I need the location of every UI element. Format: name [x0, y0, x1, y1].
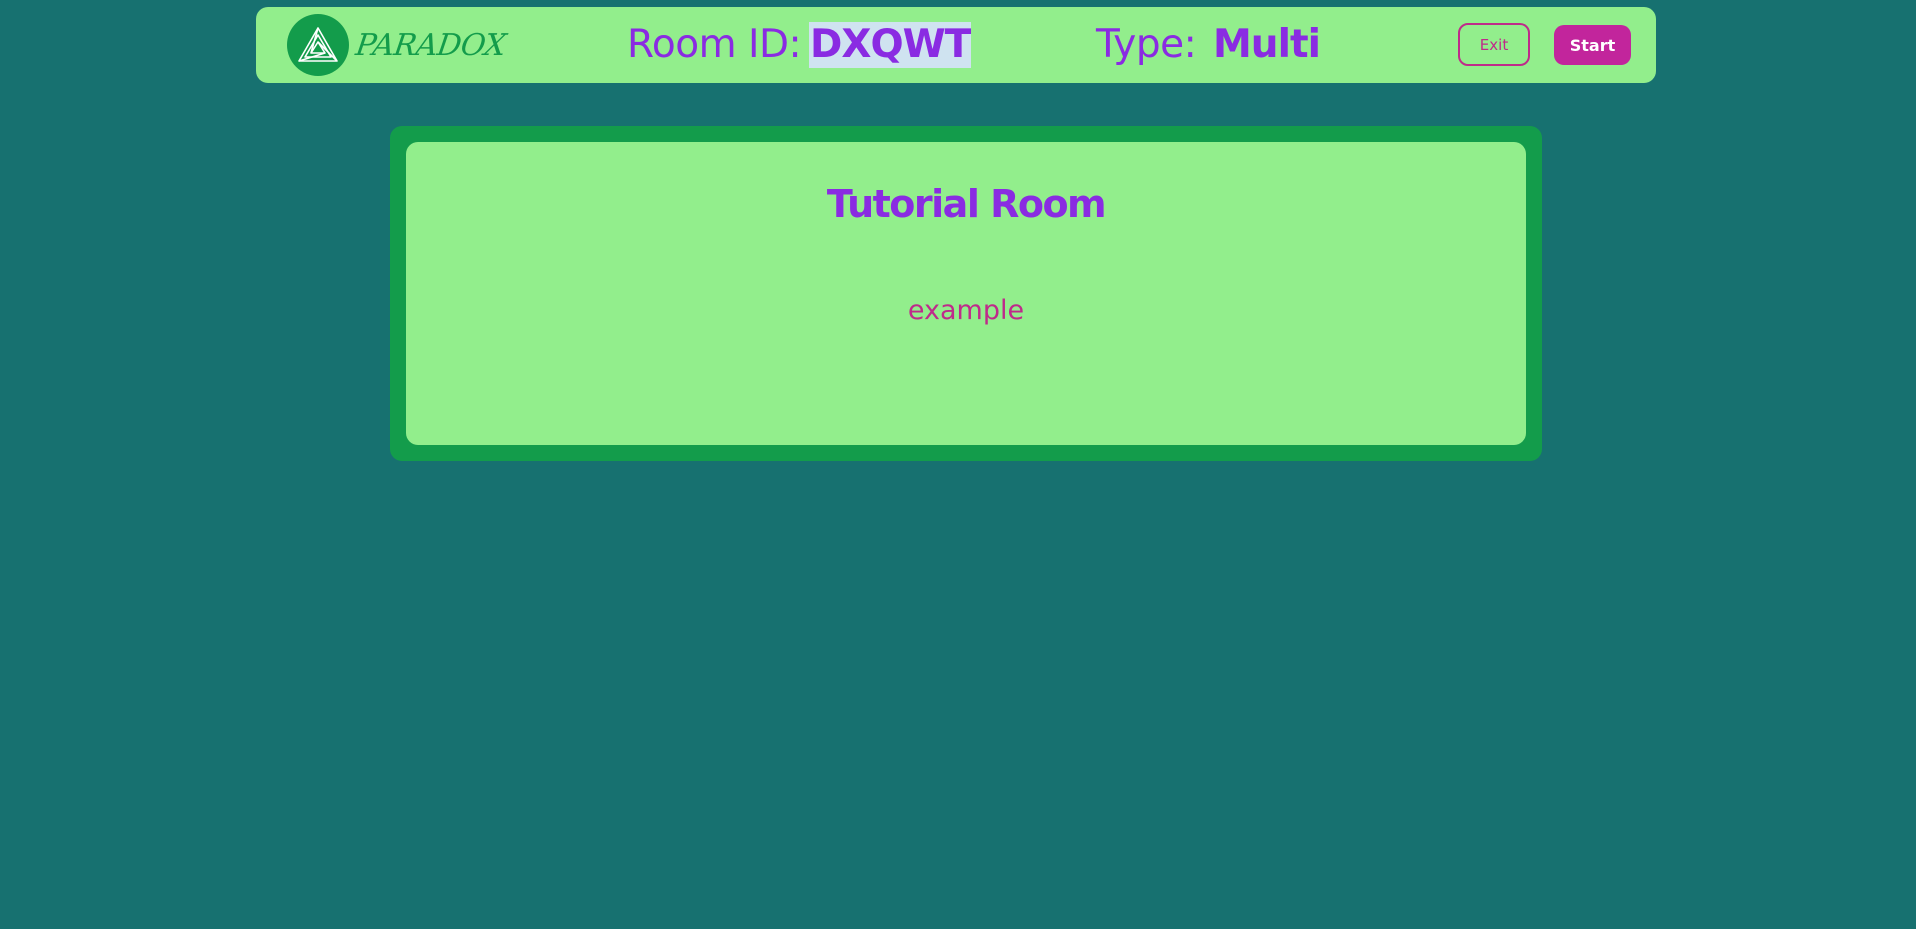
start-button[interactable]: Start	[1554, 25, 1631, 65]
logo-text: PARADOX	[353, 27, 508, 63]
exit-button[interactable]: Exit	[1458, 23, 1530, 66]
room-description: example	[907, 295, 1025, 326]
room-card-content: Tutorial Room example	[406, 142, 1526, 445]
penrose-triangle-icon	[287, 14, 349, 76]
room-id-text[interactable]: DXQWT	[809, 22, 971, 68]
room-title: Tutorial Room	[826, 182, 1107, 226]
logo[interactable]: PARADOX	[287, 14, 508, 76]
type-label: Type:	[1096, 22, 1197, 67]
room-id-label: Room ID:	[627, 22, 802, 67]
type-value: Multi	[1213, 22, 1321, 67]
top-navbar: PARADOX Room ID: DXQWT Type: Multi Exit …	[256, 7, 1656, 83]
room-card: Tutorial Room example	[390, 126, 1542, 461]
room-id-value[interactable]: DXQWT	[809, 7, 971, 83]
